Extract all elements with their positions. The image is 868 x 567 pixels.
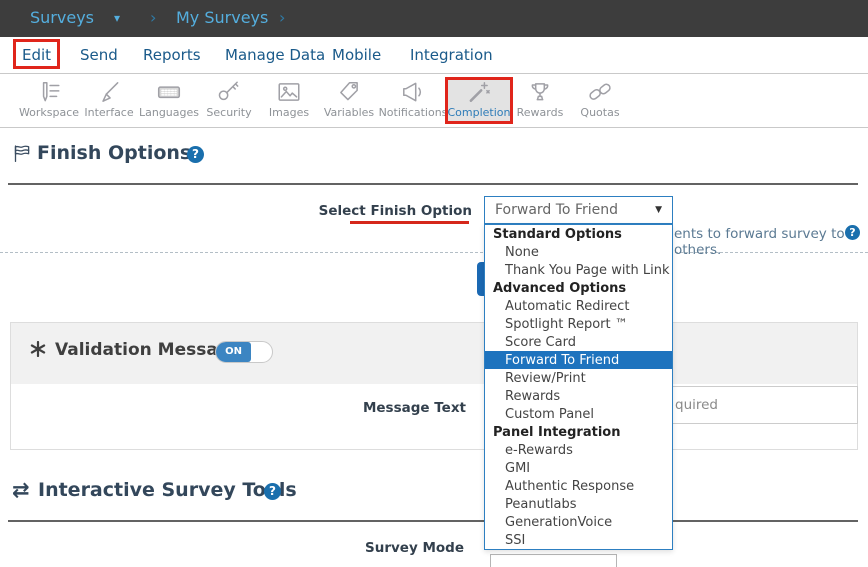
dropdown-option-forward-to-friend[interactable]: Forward To Friend	[485, 351, 672, 369]
finish-option-description: ents to forward survey to others.	[674, 226, 868, 258]
finish-option-select[interactable]: Forward To Friend ▼	[484, 196, 673, 224]
divider	[8, 520, 858, 522]
dropdown-option-spotlight-report[interactable]: Spotlight Report ™	[485, 315, 672, 333]
breadcrumb-my-surveys[interactable]: My Surveys	[176, 8, 268, 27]
dropdown-group-header: Advanced Options	[485, 279, 672, 297]
dropdown-option-e-rewards[interactable]: e-Rewards	[485, 441, 672, 459]
menu-item-mobile[interactable]: Mobile	[332, 46, 381, 64]
dropdown-option-peanutlabs[interactable]: Peanutlabs	[485, 495, 672, 513]
dropdown-option-rewards[interactable]: Rewards	[485, 387, 672, 405]
dropdown-group-header: Panel Integration	[485, 423, 672, 441]
quotas-icon	[587, 79, 613, 105]
swap-arrows-icon: ⇄	[12, 478, 30, 502]
validation-toggle[interactable]: ON	[215, 341, 273, 363]
dropdown-group-header: Standard Options	[485, 225, 672, 243]
menu-item-send[interactable]: Send	[80, 46, 118, 64]
dropdown-option-score-card[interactable]: Score Card	[485, 333, 672, 351]
toolbar-item-quotas[interactable]: Quotas	[555, 74, 645, 126]
flag-icon	[12, 143, 33, 164]
menu-item-label: Integration	[410, 46, 493, 64]
breadcrumb-surveys[interactable]: Surveys	[30, 8, 94, 27]
menu-item-integration[interactable]: Integration	[410, 46, 493, 64]
rewards-icon	[527, 79, 553, 105]
images-icon	[276, 79, 302, 105]
forward-help-icon[interactable]: ?	[845, 225, 860, 240]
breadcrumb-separator-icon: ›	[150, 8, 156, 27]
chevron-down-icon[interactable]: ▾	[114, 11, 120, 25]
edit-toolbar: WorkspaceInterfaceLanguagesSecurityImage…	[0, 74, 868, 128]
finish-options-title: Finish Options	[37, 142, 191, 164]
menu-item-edit[interactable]: Edit	[22, 46, 51, 64]
dropdown-option-custom-panel[interactable]: Custom Panel	[485, 405, 672, 423]
languages-icon	[156, 79, 182, 105]
dropdown-option-thank-you-page-with-link[interactable]: Thank You Page with Link	[485, 261, 672, 279]
menu-item-manage-data[interactable]: Manage Data	[225, 46, 325, 64]
variables-icon	[336, 79, 362, 105]
interactive-tools-help-icon[interactable]: ?	[264, 483, 281, 500]
survey-mode-label: Survey Mode	[352, 540, 464, 556]
app-screen: Surveys ▾ › My Surveys › Edit Send Reports…	[0, 0, 868, 567]
message-text-label: Message Text	[352, 400, 466, 416]
dropdown-option-review-print[interactable]: Review/Print	[485, 369, 672, 387]
message-text-value: quired	[675, 397, 718, 413]
menu-item-reports[interactable]: Reports	[143, 46, 201, 64]
selected-finish-option: Forward To Friend	[495, 202, 618, 218]
breadcrumb-separator-icon: ›	[279, 8, 285, 27]
divider	[8, 183, 858, 185]
interface-icon	[96, 79, 122, 105]
toggle-on-label: ON	[216, 342, 251, 362]
completion-icon	[466, 79, 492, 105]
select-finish-option-label: Select Finish Option	[312, 203, 472, 219]
survey-mode-select[interactable]	[490, 554, 617, 567]
interactive-tools-title: Interactive Survey Tools	[38, 479, 297, 501]
workspace-icon	[36, 79, 62, 105]
dropdown-option-authentic-response[interactable]: Authentic Response	[485, 477, 672, 495]
dropdown-option-ssi[interactable]: SSI	[485, 531, 672, 549]
finish-options-help-icon[interactable]: ?	[187, 146, 204, 163]
finish-option-dropdown-list: Standard OptionsNoneThank You Page with …	[484, 224, 673, 550]
dropdown-option-gmi[interactable]: GMI	[485, 459, 672, 477]
dropdown-option-none[interactable]: None	[485, 243, 672, 261]
menu-item-label: Mobile	[332, 46, 381, 64]
asterisk-icon	[30, 341, 46, 357]
notifications-icon	[400, 79, 426, 105]
select-dropdown-arrow-icon: ▼	[655, 205, 662, 215]
menu-item-label: Manage Data	[225, 46, 325, 64]
menu-item-label: Reports	[143, 46, 201, 64]
security-icon	[216, 79, 242, 105]
dropdown-option-generationvoice[interactable]: GenerationVoice	[485, 513, 672, 531]
red-annotation-underline	[350, 221, 469, 224]
breadcrumb: Surveys ▾ › My Surveys ›	[0, 0, 868, 37]
validation-message-title: Validation Message	[55, 340, 242, 360]
menu-item-label: Send	[80, 46, 118, 64]
menu-bar: Edit Send Reports Manage Data Mobile Integrat…	[0, 37, 868, 74]
toolbar-item-label: Quotas	[555, 106, 645, 119]
dropdown-option-automatic-redirect[interactable]: Automatic Redirect	[485, 297, 672, 315]
menu-item-label: Edit	[22, 46, 51, 68]
